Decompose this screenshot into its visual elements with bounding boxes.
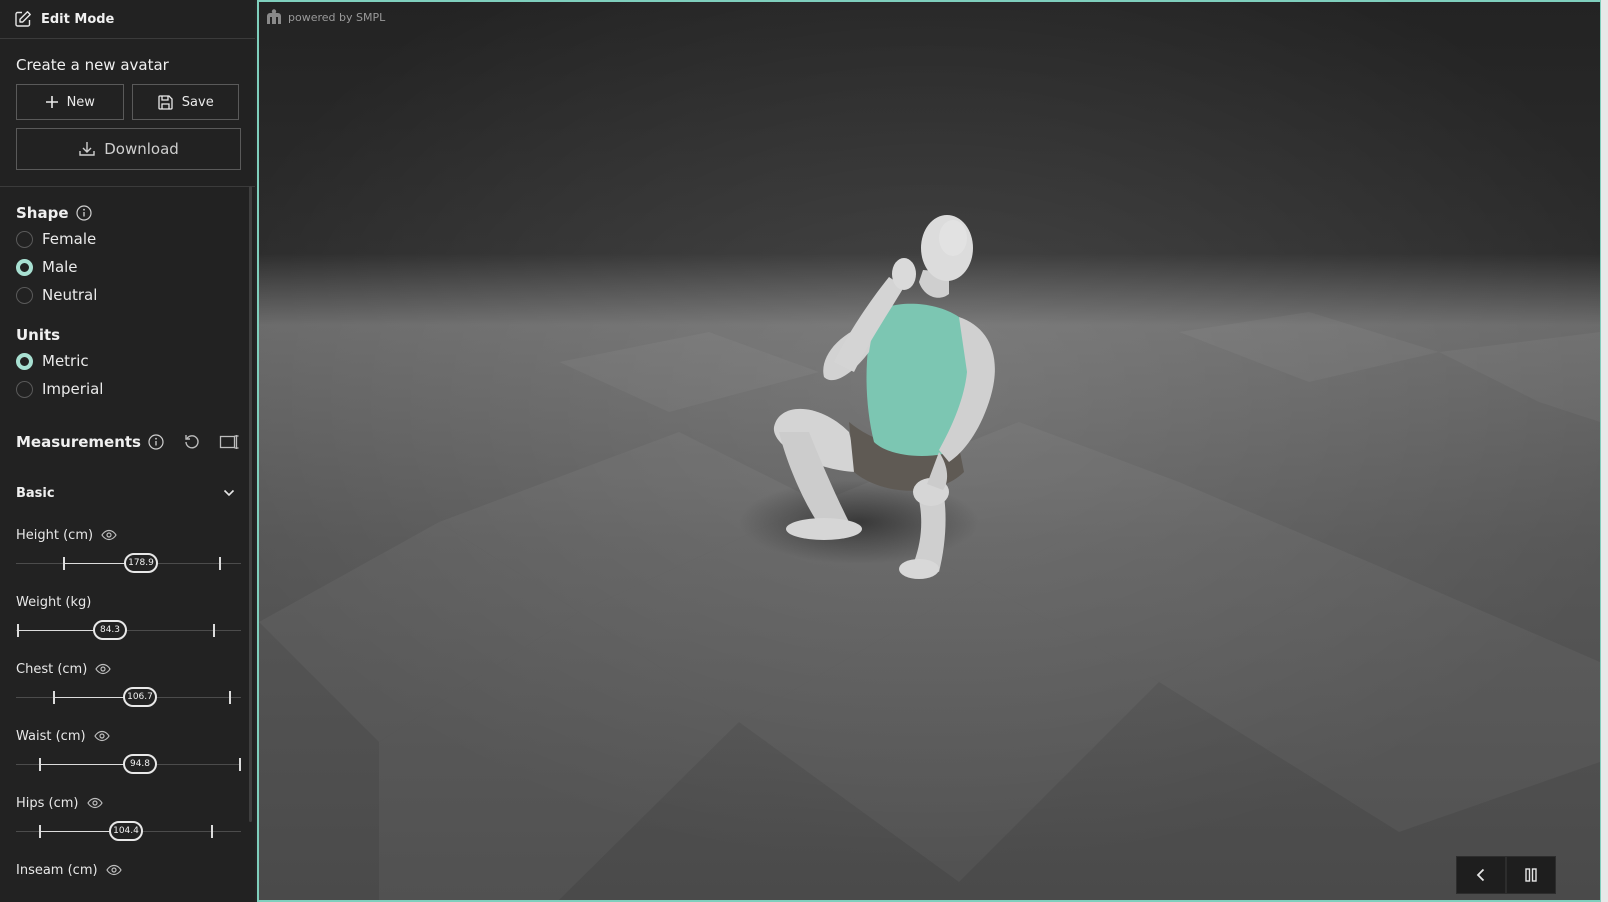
units-option-metric[interactable]: Metric [16, 347, 239, 375]
save-icon [158, 94, 173, 110]
shape-option-neutral[interactable]: Neutral [16, 281, 239, 309]
pause-icon [1525, 868, 1537, 882]
units-option-imperial[interactable]: Imperial [16, 375, 239, 403]
units-section: Units Metric Imperial [0, 326, 255, 403]
eye-icon[interactable] [95, 663, 111, 675]
smpl-logo-icon [267, 9, 281, 24]
previous-button[interactable] [1456, 856, 1506, 894]
reset-icon [185, 435, 199, 449]
units-option-label: Imperial [42, 380, 104, 398]
measurements-header: Measurements [0, 429, 255, 455]
3d-viewport[interactable]: powered by SMPL [257, 0, 1603, 902]
shape-option-male[interactable]: Male [16, 253, 239, 281]
units-option-label: Metric [42, 352, 89, 370]
slider-thumb[interactable]: 94.8 [123, 754, 157, 774]
plus-icon [45, 96, 58, 108]
powered-by-text: powered by SMPL [288, 10, 386, 24]
shape-option-female[interactable]: Female [16, 225, 239, 253]
slider-label-row: Hips (cm) [16, 793, 239, 813]
info-icon[interactable] [75, 205, 92, 221]
shape-option-label: Male [42, 258, 78, 276]
slider-label-row: Waist (cm) [16, 726, 239, 746]
radio-button[interactable] [16, 258, 33, 276]
slider-thumb[interactable]: 104.4 [109, 821, 143, 841]
radio-button[interactable] [16, 380, 33, 398]
info-icon[interactable] [148, 434, 164, 450]
download-button-label: Download [104, 140, 179, 158]
chest-label: Chest (cm) [16, 661, 88, 677]
waist-label: Waist (cm) [16, 728, 86, 744]
slider-label-row: Inseam (cm) [16, 860, 239, 880]
create-avatar-section: Create a new avatar New Save Download [0, 39, 255, 187]
measurements-heading: Measurements [16, 433, 141, 451]
sidebar: Edit Mode Create a new avatar New Save D… [0, 0, 255, 902]
chest-slider[interactable]: 106.7 [16, 684, 241, 712]
hips-label: Hips (cm) [16, 795, 79, 811]
inseam-label: Inseam (cm) [16, 862, 98, 878]
radio-button[interactable] [16, 352, 33, 370]
shape-heading: Shape [16, 204, 69, 222]
eye-icon[interactable] [105, 864, 122, 876]
download-icon [79, 142, 95, 156]
ruler-icon [219, 435, 239, 449]
waist-slider[interactable]: 94.8 [16, 751, 241, 779]
eye-icon[interactable] [86, 797, 103, 809]
chevron-left-icon [1476, 868, 1485, 882]
shape-option-label: Neutral [42, 286, 98, 304]
eye-icon[interactable] [101, 529, 117, 541]
powered-by-badge: powered by SMPL [265, 8, 385, 26]
slider-label-row: Weight (kg) [16, 592, 239, 612]
hips-slider[interactable]: 104.4 [16, 818, 241, 846]
new-button[interactable]: New [16, 84, 124, 120]
radio-button[interactable] [16, 286, 33, 304]
eye-icon[interactable] [93, 730, 110, 742]
weight-label: Weight (kg) [16, 594, 92, 610]
edit-mode-title: Edit Mode [41, 11, 115, 27]
basic-group-label: Basic [16, 485, 55, 501]
slider-thumb[interactable]: 178.9 [124, 553, 158, 573]
height-slider[interactable]: 178.9 [16, 550, 241, 578]
height-label: Height (cm) [16, 527, 94, 543]
chevron-down-icon [223, 489, 235, 497]
measure-tool-button[interactable] [219, 433, 239, 451]
edit-icon [15, 11, 31, 27]
window-edge [1601, 0, 1608, 902]
slider-label-row: Height (cm) [16, 525, 239, 545]
reset-button[interactable] [183, 433, 201, 451]
pause-button[interactable] [1506, 856, 1556, 894]
shape-option-label: Female [42, 230, 97, 248]
create-avatar-heading: Create a new avatar [16, 56, 169, 74]
sidebar-scrollbar[interactable] [249, 186, 252, 822]
slider-thumb[interactable]: 84.3 [93, 620, 127, 640]
new-button-label: New [66, 94, 95, 110]
slider-thumb[interactable]: 106.7 [123, 687, 157, 707]
edit-mode-header: Edit Mode [0, 0, 255, 39]
scene-render [259, 2, 1600, 900]
measurement-sliders: Height (cm) 178.9 Weight (kg) 84.3 Chest… [0, 525, 255, 880]
save-button-label: Save [181, 94, 214, 110]
weight-slider[interactable]: 84.3 [16, 617, 241, 645]
shape-section: Shape Female Male Neutral [0, 204, 255, 309]
save-button[interactable]: Save [131, 84, 239, 120]
basic-group-toggle[interactable]: Basic [0, 483, 255, 503]
radio-button[interactable] [16, 230, 33, 248]
units-heading: Units [16, 326, 61, 344]
slider-label-row: Chest (cm) [16, 659, 239, 679]
download-button[interactable]: Download [16, 128, 241, 170]
